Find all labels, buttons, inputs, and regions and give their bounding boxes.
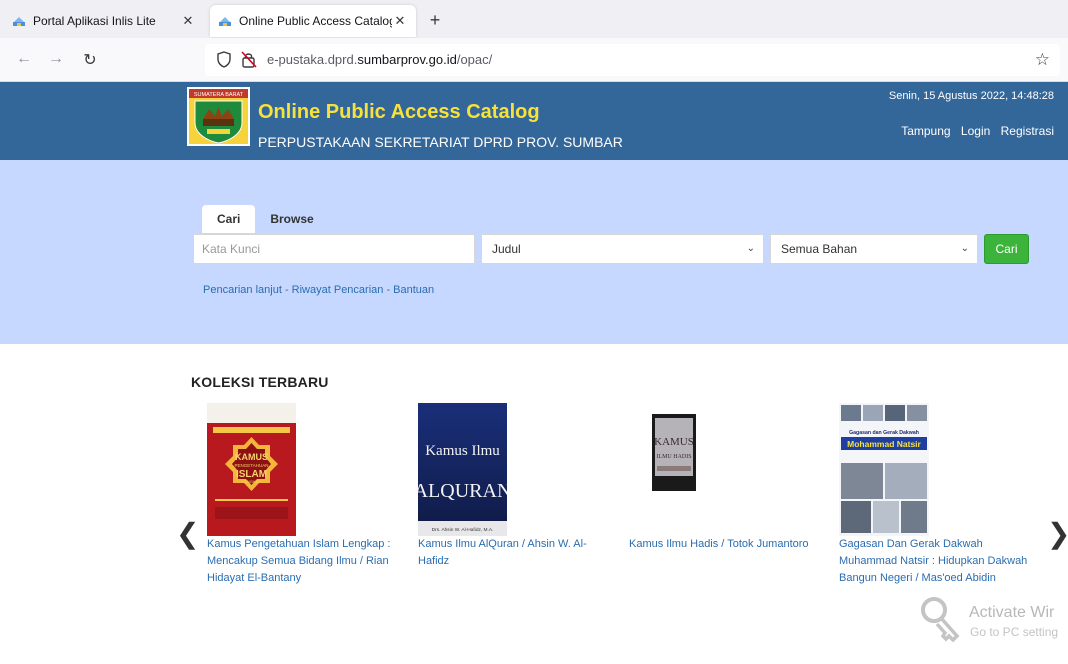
book-cover[interactable]: Kamus Ilmu ALQURAN Drs. Ahsin W. Al-Hafi… <box>418 403 507 536</box>
search-field-value: Judul <box>492 242 521 256</box>
keyword-input[interactable] <box>193 234 475 264</box>
reload-icon[interactable]: ↻ <box>80 50 100 70</box>
sumbar-logo[interactable]: SUMATERA BARAT <box>187 87 250 146</box>
book-caption[interactable]: Gagasan Dan Gerak Dakwah Muhammad Natsir… <box>839 536 1039 587</box>
tab-title: Online Public Access Catalog - I <box>239 14 392 28</box>
svg-text:KAMUS: KAMUS <box>654 436 694 448</box>
search-helper-links: Pencarian lanjut - Riwayat Pencarian - B… <box>203 284 434 296</box>
library-favicon-icon <box>218 14 232 28</box>
book-caption[interactable]: Kamus Ilmu Hadis / Totok Jumantoro <box>629 536 819 553</box>
bookmark-star-icon[interactable]: ☆ <box>1035 50 1050 70</box>
back-arrow-icon[interactable]: ← <box>14 50 34 68</box>
search-tabs: Cari Browse <box>202 205 329 233</box>
browser-tab-strip: Portal Aplikasi Inlis Lite ✕ Online Publ… <box>0 0 1068 38</box>
tab-title: Portal Aplikasi Inlis Lite <box>33 14 156 28</box>
svg-text:PENGETAHUAN: PENGETAHUAN <box>235 463 269 468</box>
material-type-select[interactable]: Semua Bahan ⌄ <box>770 234 978 264</box>
insecure-lock-icon[interactable] <box>241 51 257 73</box>
page-title: Online Public Access Catalog <box>258 101 540 123</box>
link-separator: - <box>383 284 394 296</box>
tampung-link[interactable]: Tampung <box>901 124 950 138</box>
svg-text:Kamus Ilmu: Kamus Ilmu <box>425 443 500 459</box>
close-tab-icon[interactable]: ✕ <box>392 13 408 29</box>
svg-text:KAMUS: KAMUS <box>235 452 268 462</box>
browser-tab-opac[interactable]: Online Public Access Catalog - I ✕ <box>210 5 416 37</box>
book-cover[interactable]: KAMUS PENGETAHUAN ISLAM LENGKAP <box>207 403 296 536</box>
search-field-select[interactable]: Judul ⌄ <box>481 234 764 264</box>
library-name: PERPUSTAKAAN SEKRETARIAT DPRD PROV. SUMB… <box>258 134 623 150</box>
book-caption[interactable]: Kamus Ilmu AlQuran / Ahsin W. Al-Hafidz <box>418 536 598 570</box>
current-datetime: Senin, 15 Agustus 2022, 14:48:28 <box>888 90 1054 102</box>
url-text: e-pustaka.dprd.sumbarprov.go.id/opac/ <box>267 52 493 67</box>
book-cover[interactable]: Gagasan dan Gerak Dakwah Mohammad Natsir <box>839 403 929 536</box>
collection-title: KOLEKSI TERBARU <box>191 374 329 390</box>
registrasi-link[interactable]: Registrasi <box>1001 124 1054 138</box>
svg-text:Gagasan dan Gerak Dakwah: Gagasan dan Gerak Dakwah <box>849 430 919 436</box>
key-icon <box>919 596 961 647</box>
material-type-value: Semua Bahan <box>781 242 858 256</box>
activate-windows-hint: Go to PC setting <box>970 625 1059 639</box>
book-cover[interactable]: KAMUS ILMU HADIS <box>652 414 696 491</box>
library-favicon-icon <box>12 14 26 28</box>
close-tab-icon[interactable]: ✕ <box>180 13 196 29</box>
book-caption[interactable]: Kamus Pengetahuan Islam Lengkap : Mencak… <box>207 536 403 587</box>
svg-text:ILMU HADIS: ILMU HADIS <box>656 454 691 460</box>
help-link[interactable]: Bantuan <box>393 284 434 296</box>
svg-text:SUMATERA BARAT: SUMATERA BARAT <box>194 92 244 98</box>
search-history-link[interactable]: Riwayat Pencarian <box>292 284 384 296</box>
forward-arrow-icon[interactable]: → <box>46 50 66 68</box>
login-link[interactable]: Login <box>961 124 990 138</box>
address-bar[interactable]: e-pustaka.dprd.sumbarprov.go.id/opac/ ☆ <box>205 44 1060 76</box>
link-separator: - <box>281 284 292 296</box>
search-section: Cari Browse Judul ⌄ Semua Bahan ⌄ Cari P… <box>0 160 1068 344</box>
chevron-down-icon: ⌄ <box>960 243 969 254</box>
svg-text:LENGKAP: LENGKAP <box>242 479 261 484</box>
advanced-search-link[interactable]: Pencarian lanjut <box>203 284 282 296</box>
tab-browse[interactable]: Browse <box>255 205 328 233</box>
carousel-next-icon[interactable]: ❯ <box>1047 520 1068 548</box>
svg-text:Mohammad Natsir: Mohammad Natsir <box>847 439 921 449</box>
header-links: Tampung Login Registrasi <box>894 124 1054 138</box>
browser-tab-portal[interactable]: Portal Aplikasi Inlis Lite ✕ <box>4 5 204 37</box>
new-tab-icon[interactable]: + <box>424 10 446 31</box>
site-header: SUMATERA BARAT Online Public Access Cata… <box>0 82 1068 160</box>
svg-text:Drs. Ahsin W. Al-Hafidz, M.A.: Drs. Ahsin W. Al-Hafidz, M.A. <box>432 527 494 533</box>
svg-text:ALQURAN: ALQURAN <box>418 480 507 502</box>
activate-windows-watermark: Activate Wir <box>969 604 1055 621</box>
search-button[interactable]: Cari <box>984 234 1029 264</box>
browser-navigation-bar: ← → ↻ e-pustaka.dprd.sumbarprov.go.id/op… <box>0 38 1068 82</box>
tab-cari[interactable]: Cari <box>202 205 256 233</box>
carousel-prev-icon[interactable]: ❮ <box>176 520 199 548</box>
tracking-shield-icon[interactable] <box>217 51 231 73</box>
chevron-down-icon: ⌄ <box>746 243 755 254</box>
